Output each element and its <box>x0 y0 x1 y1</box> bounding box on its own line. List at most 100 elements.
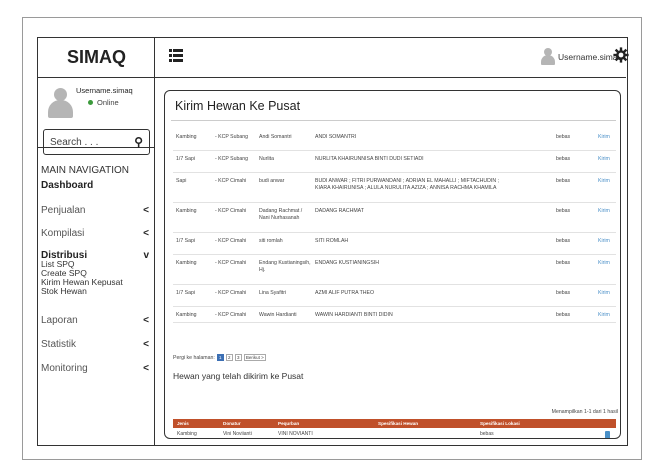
cell-pequrban: WAWIN HARDIANTI BINTI DIDIN <box>315 312 393 318</box>
nav-item-statistik[interactable]: Statistik < <box>41 339 149 350</box>
page-title: Kirim Hewan Ke Pusat <box>175 99 301 113</box>
cell-status: bebas <box>556 312 571 318</box>
nav-label: Monitoring <box>41 363 88 374</box>
section-title: Hewan yang telah dikirim ke Pusat <box>173 371 304 381</box>
page-button[interactable]: 3 <box>234 354 242 361</box>
page-button[interactable]: 2 <box>225 354 233 361</box>
kirim-link[interactable]: Kirim <box>598 208 616 215</box>
kirim-table: Kambing - KCP Subang Andi Somantri ANDI … <box>173 129 616 323</box>
cell-nama: Nurlita <box>259 156 274 162</box>
cell-kcp: - KCP Subang <box>215 156 249 162</box>
col-jenis[interactable]: Jenis <box>177 421 189 426</box>
cell-nama: Endang Kustianingsih, Hj. <box>259 260 311 273</box>
nav-label: Penjualan <box>41 205 86 216</box>
cell-status: bebas <box>556 178 571 184</box>
result-summary: Menampilkan 1-1 dari 1 hasil <box>551 409 618 415</box>
topbar: Username.simaq <box>155 38 629 78</box>
search-input[interactable]: Search . . . <box>50 137 98 148</box>
cell-nama: budi anwar <box>259 178 285 184</box>
search-box[interactable]: Search . . . ⚲ <box>43 129 150 155</box>
nav-item-dashboard[interactable]: Dashboard <box>41 180 93 191</box>
status-dot-icon <box>88 100 93 105</box>
app-logo[interactable]: SIMAQ <box>38 38 155 78</box>
cell-pequrban: VINI NOVIANTI <box>278 431 313 437</box>
chevron-left-icon: < <box>143 228 149 239</box>
cell-spes-lokasi: bebas <box>480 431 494 437</box>
kirim-link[interactable]: Kirim <box>598 134 616 141</box>
table-row: Kambing - KCP Cimahi Dadang Rachmat / Na… <box>173 203 616 233</box>
status-label: Online <box>97 98 119 107</box>
table-row: Kambing - KCP Cimahi Endang Kustianingsi… <box>173 255 616 285</box>
cell-jenis: 1/7 Sapi <box>176 290 196 296</box>
user-avatar-icon[interactable] <box>541 48 555 66</box>
cell-donatur: Vini Noviianti <box>223 431 252 437</box>
page-button[interactable]: 1 <box>216 354 224 361</box>
col-donatur[interactable]: Donatur <box>223 421 241 426</box>
col-spes-hewan[interactable]: Spesifikasi Hewan <box>378 421 418 426</box>
cell-jenis: Kambing <box>176 260 197 266</box>
cell-status: bebas <box>556 260 571 266</box>
table-row: 1/7 Sapi - KCP Cimahi Lina Syafitri AZMI… <box>173 285 616 307</box>
cell-jenis: Kambing <box>176 134 197 140</box>
cell-kcp: - KCP Cimahi <box>215 208 247 214</box>
cell-jenis: Kambing <box>176 208 197 214</box>
cell-status: bebas <box>556 290 571 296</box>
chevron-down-icon: v <box>143 250 149 261</box>
table-row: Sapi - KCP Cimahi budi anwar BUDI ANWAR … <box>173 173 616 203</box>
cell-pequrban: ANDI SOMANTRI <box>315 134 357 140</box>
table-row: 1/7 Sapi - KCP Cimahi siti romlah SITI R… <box>173 233 616 255</box>
user-name: Username.simaq <box>76 86 133 95</box>
cell-status: bebas <box>556 208 571 214</box>
cell-status: bebas <box>556 134 571 140</box>
table-row: Kambing - KCP Subang Andi Somantri ANDI … <box>173 129 616 151</box>
kirim-link[interactable]: Kirim <box>598 312 616 319</box>
cell-nama: Andi Somantri <box>259 134 292 140</box>
cell-nama: Lina Syafitri <box>259 290 287 296</box>
table-row: Kambing - KCP Cimahi Wawin Hardianti WAW… <box>173 307 616 323</box>
cell-kcp: - KCP Cimahi <box>215 290 247 296</box>
kirim-link[interactable]: Kirim <box>598 238 616 245</box>
col-pequrban[interactable]: Pequrban <box>278 421 299 426</box>
cell-nama: Dadang Rachmat / Nani Nurhasanah <box>259 208 303 221</box>
table-row: 1/7 Sapi - KCP Subang Nurlita NURLITA KH… <box>173 151 616 173</box>
kirim-link[interactable]: Kirim <box>598 156 616 163</box>
nav-label: Statistik <box>41 339 77 350</box>
gear-icon[interactable] <box>613 47 629 63</box>
cell-status: bebas <box>556 238 571 244</box>
app-window: SIMAQ Username.simaq Online Search . . .… <box>37 37 629 446</box>
nav-item-monitoring[interactable]: Monitoring < <box>41 363 149 374</box>
kirim-link[interactable]: Kirim <box>598 178 616 185</box>
cell-pequrban: ENDANG KUSTIANINGSIH <box>315 260 379 266</box>
sidebar: SIMAQ Username.simaq Online Search . . .… <box>38 38 155 445</box>
kirim-link[interactable]: Kirim <box>598 260 616 267</box>
nav-label: Laporan <box>41 315 78 326</box>
chevron-left-icon: < <box>143 205 149 216</box>
cell-kcp: - KCP Cimahi <box>215 238 247 244</box>
cell-pequrban: SITI ROMLAH <box>315 238 349 244</box>
search-icon[interactable]: ⚲ <box>134 135 143 149</box>
cell-jenis: Kambing <box>176 312 197 318</box>
nav-item-penjualan[interactable]: Penjualan < <box>41 205 149 216</box>
cell-pequrban: BUDI ANWAR ; FITRI PURWANDANI ; ADRIAN E… <box>315 178 499 191</box>
online-status: Online <box>88 98 119 107</box>
hamburger-menu-icon[interactable] <box>169 48 183 64</box>
nav-item-laporan[interactable]: Laporan < <box>41 315 149 326</box>
chevron-left-icon: < <box>143 315 149 326</box>
cell-kcp: - KCP Subang <box>215 134 249 140</box>
next-page-button[interactable]: Berikut > <box>243 354 266 361</box>
content-card: Kirim Hewan Ke Pusat Kambing - KCP Suban… <box>164 90 621 439</box>
subnav-stok-hewan[interactable]: Stok Hewan <box>41 287 87 296</box>
table-header: Jenis Donatur Pequrban Spesifikasi Hewan… <box>173 419 616 428</box>
cell-status: bebas <box>556 156 571 162</box>
sent-table: Jenis Donatur Pequrban Spesifikasi Hewan… <box>173 419 616 438</box>
col-spes-lokasi[interactable]: Spesifikasi Lokasi <box>480 421 520 426</box>
cell-kcp: - KCP Cimahi <box>215 260 247 266</box>
chevron-left-icon: < <box>143 363 149 374</box>
chevron-left-icon: < <box>143 339 149 350</box>
cell-pequrban: AZMI ALIF PUTRA THEO <box>315 290 374 296</box>
cell-kcp: - KCP Cimahi <box>215 178 247 184</box>
kirim-link[interactable]: Kirim <box>598 290 616 297</box>
nav-item-kompilasi[interactable]: Kompilasi < <box>41 228 149 239</box>
trash-icon[interactable] <box>605 431 610 438</box>
avatar <box>48 88 73 118</box>
